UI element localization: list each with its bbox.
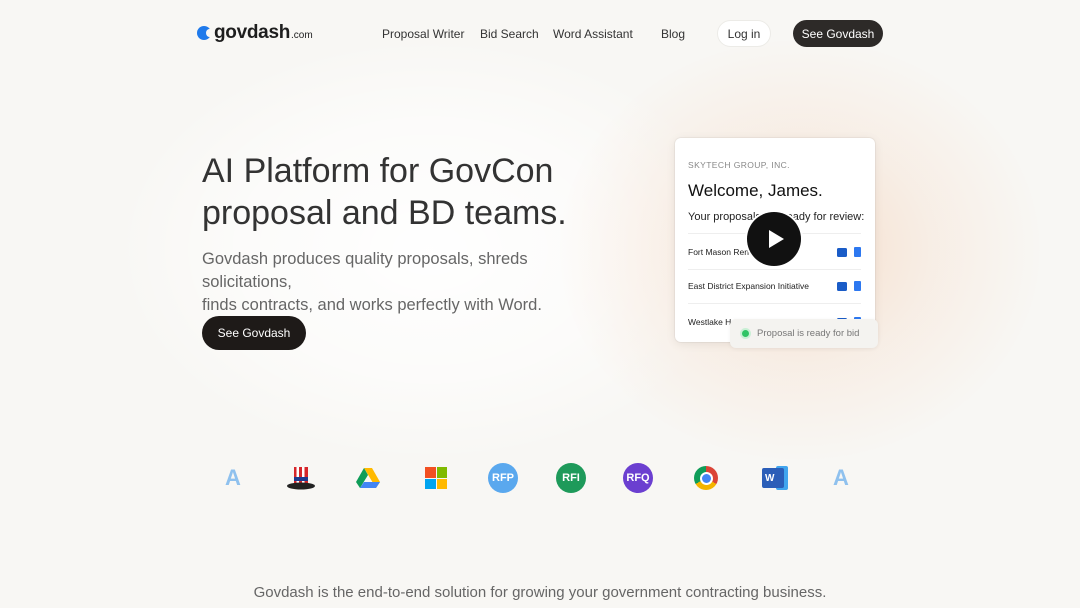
hero-subtitle-line1: Govdash produces quality proposals, shre… <box>202 250 528 291</box>
hero-title-line1: AI Platform for GovCon <box>202 152 554 190</box>
rfq-badge: RFQ <box>623 463 653 493</box>
toast-text: Proposal is ready for bid <box>757 328 860 339</box>
a-logo-icon: A <box>833 465 849 490</box>
rfi-badge-icon: RFI <box>555 462 587 494</box>
a-logo-icon: A <box>225 465 241 490</box>
word-icon: W <box>757 462 789 494</box>
rfp-badge: RFP <box>488 463 518 493</box>
play-video-icon[interactable] <box>747 212 801 266</box>
divider <box>688 303 861 304</box>
rfq-badge-icon: RFQ <box>622 462 654 494</box>
hero-title-line2: proposal and BD teams. <box>202 194 567 232</box>
status-dot-icon <box>740 328 751 339</box>
card-company-name: SKYTECH GROUP, INC. <box>688 160 790 170</box>
card-welcome: Welcome, James. <box>688 181 823 200</box>
document-icon <box>854 247 861 257</box>
nav-link-proposal-writer[interactable]: Proposal Writer <box>382 27 464 41</box>
nav-link-word-assistant[interactable]: Word Assistant <box>553 27 633 41</box>
see-govdash-hero-button[interactable]: See Govdash <box>202 316 306 350</box>
logo-mark-icon <box>197 26 213 40</box>
integration-logos: A RFP RFI RFQ W A <box>0 462 1080 496</box>
uncle-sam-hat-icon <box>285 462 317 494</box>
microsoft-icon <box>420 462 452 494</box>
nav-link-blog[interactable]: Blog <box>661 27 685 41</box>
proposal-name: East District Expansion Initiative <box>688 281 809 291</box>
login-button[interactable]: Log in <box>717 20 771 47</box>
hero-subtitle: Govdash produces quality proposals, shre… <box>202 248 622 317</box>
logo-text: govdash <box>214 22 291 43</box>
govdash-logo[interactable]: govdash .com <box>197 22 313 44</box>
tagline: Govdash is the end-to-end solution for g… <box>253 584 827 601</box>
rfi-badge: RFI <box>556 463 586 493</box>
hero-title: AI Platform for GovCon proposal and BD t… <box>202 150 622 234</box>
chrome-icon <box>690 462 722 494</box>
google-drive-icon <box>352 462 384 494</box>
logo-domain: .com <box>291 30 313 41</box>
status-toast: Proposal is ready for bid <box>730 319 878 348</box>
rfp-badge-icon: RFP <box>487 462 519 494</box>
list-item[interactable]: East District Expansion Initiative <box>688 269 861 303</box>
top-nav: govdash .com Proposal Writer Bid Search … <box>0 0 1080 68</box>
hero-subtitle-line2: finds contracts, and works perfectly wit… <box>202 296 542 314</box>
nav-link-bid-search[interactable]: Bid Search <box>480 27 539 41</box>
word-icon <box>837 280 848 292</box>
document-icon <box>854 281 861 291</box>
see-govdash-nav-button[interactable]: See Govdash <box>793 20 883 47</box>
word-icon <box>837 246 848 258</box>
